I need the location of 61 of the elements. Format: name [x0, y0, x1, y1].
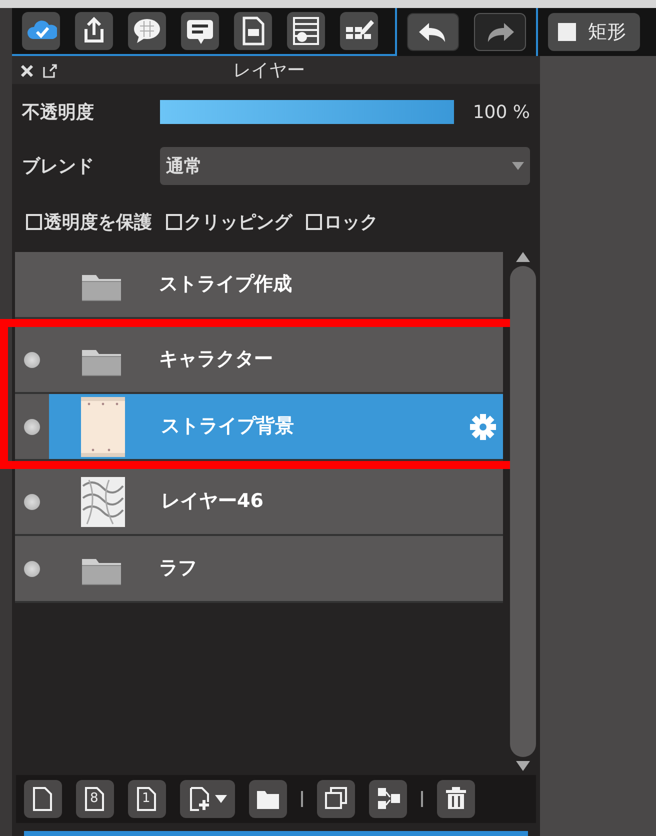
layer-name: ラフ — [159, 556, 197, 582]
opacity-value: 100 % — [472, 100, 530, 124]
blend-dropdown[interactable]: 通常 — [160, 147, 530, 185]
layer-row[interactable]: ストライプ作成 — [15, 252, 503, 319]
popout-icon — [42, 62, 58, 79]
page-number: 1 — [142, 791, 150, 807]
add-page-button[interactable] — [180, 780, 235, 818]
layer-row[interactable]: レイヤー46 — [15, 469, 503, 536]
rectangle-tool-button[interactable]: 矩形 — [548, 13, 640, 51]
page-button[interactable]: 1 — [128, 780, 166, 818]
caret-icon — [215, 795, 227, 803]
blend-label: ブレンド — [22, 154, 95, 178]
trash-button[interactable] — [437, 780, 475, 818]
page-button[interactable] — [234, 12, 272, 50]
speech-bubble-button[interactable] — [128, 12, 166, 50]
visibility-dot[interactable] — [24, 352, 40, 368]
visibility-dot[interactable] — [24, 494, 40, 510]
layout-button[interactable] — [287, 12, 325, 50]
opacity-label: 不透明度 — [22, 100, 95, 124]
scroll-up-icon — [516, 252, 530, 262]
close-icon — [20, 64, 34, 78]
checkbox[interactable] — [26, 214, 42, 230]
comment-button[interactable] — [181, 12, 219, 50]
page-icon — [83, 786, 107, 812]
add-page-icon — [188, 786, 212, 812]
page-icon — [135, 786, 159, 812]
layer-row[interactable]: キャラクター — [15, 327, 503, 394]
visibility-dot[interactable] — [24, 560, 40, 576]
edit-list-button[interactable] — [340, 12, 378, 50]
checkbox-option[interactable]: ロック — [306, 208, 378, 236]
settings-icon — [469, 412, 497, 440]
new-page-icon — [31, 786, 55, 812]
visibility-dot[interactable] — [24, 418, 40, 434]
page-number: 8 — [90, 791, 98, 807]
scroll-down-icon — [516, 761, 530, 771]
checkbox[interactable] — [166, 214, 182, 230]
dropdown-arrow-icon — [512, 162, 524, 170]
share-button[interactable] — [75, 12, 113, 50]
layer-name: レイヤー46 — [161, 489, 264, 514]
duplicate-button[interactable] — [317, 780, 355, 818]
page-button[interactable]: 8 — [76, 780, 114, 818]
checkbox[interactable] — [306, 214, 322, 230]
cloud-check-button[interactable] — [22, 12, 60, 50]
folder-button[interactable] — [249, 780, 287, 818]
new-page-button[interactable] — [24, 780, 62, 818]
merge-layers-button[interactable] — [369, 780, 407, 818]
layer-row[interactable]: ラフ — [15, 536, 503, 603]
undo-button[interactable] — [407, 13, 459, 51]
opacity-slider[interactable] — [160, 100, 454, 124]
checkbox-option[interactable]: クリッピング — [166, 208, 292, 236]
layer-name: キャラクター — [159, 347, 273, 372]
layout-icon — [290, 15, 322, 47]
trash-icon — [444, 786, 468, 812]
layer-name: ストライプ作成 — [159, 272, 292, 298]
square-icon — [558, 23, 576, 41]
layer-name: ストライプ背景 — [161, 414, 294, 440]
duplicate-icon — [324, 786, 348, 812]
checkbox-option[interactable]: 透明度を保護 — [26, 208, 152, 236]
scrollbar-thumb[interactable] — [510, 266, 536, 757]
merge-layers-icon — [376, 786, 400, 812]
panel-title: レイヤー — [232, 58, 306, 82]
